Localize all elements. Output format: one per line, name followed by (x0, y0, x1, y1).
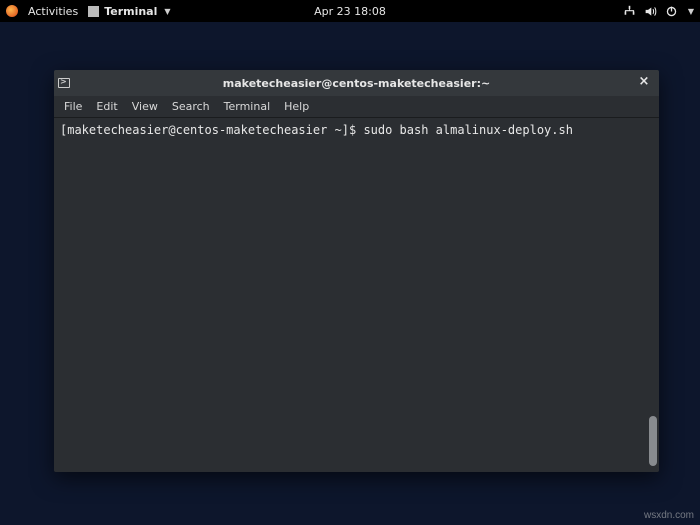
menu-view[interactable]: View (132, 100, 158, 113)
terminal-scrollbar-thumb[interactable] (649, 416, 657, 466)
network-icon[interactable] (623, 5, 636, 18)
activities-button[interactable]: Activities (28, 5, 78, 18)
gnome-top-bar: Activities Terminal ▼ Apr 23 18:08 ▼ (0, 0, 700, 22)
terminal-line: [maketecheasier@centos-maketecheasier ~]… (60, 122, 653, 138)
window-title: maketecheasier@centos-maketecheasier:~ (223, 77, 490, 90)
power-icon[interactable] (665, 5, 678, 18)
menu-help[interactable]: Help (284, 100, 309, 113)
watermark-text: wsxdn.com (644, 510, 694, 521)
window-app-icon (54, 78, 74, 88)
shell-prompt: [maketecheasier@centos-maketecheasier ~]… (60, 123, 363, 137)
terminal-window: maketecheasier@centos-maketecheasier:~ ×… (54, 70, 659, 472)
distro-logo-icon[interactable] (6, 5, 18, 17)
menu-file[interactable]: File (64, 100, 82, 113)
chevron-down-icon: ▼ (686, 7, 694, 16)
window-titlebar[interactable]: maketecheasier@centos-maketecheasier:~ × (54, 70, 659, 96)
volume-icon[interactable] (644, 5, 657, 18)
menu-search[interactable]: Search (172, 100, 210, 113)
chevron-down-icon: ▼ (162, 7, 170, 16)
top-bar-left: Activities Terminal ▼ (6, 5, 171, 18)
shell-command: sudo bash almalinux-deploy.sh (363, 123, 573, 137)
active-app-indicator[interactable]: Terminal ▼ (88, 5, 170, 18)
terminal-viewport[interactable]: [maketecheasier@centos-maketecheasier ~]… (54, 118, 659, 472)
clock[interactable]: Apr 23 18:08 (314, 5, 386, 18)
status-area[interactable]: ▼ (623, 5, 694, 18)
active-app-label: Terminal (104, 5, 157, 18)
terminal-app-icon (88, 6, 99, 17)
menu-edit[interactable]: Edit (96, 100, 117, 113)
menu-terminal[interactable]: Terminal (224, 100, 271, 113)
window-close-button[interactable]: × (635, 73, 653, 91)
terminal-menubar: File Edit View Search Terminal Help (54, 96, 659, 118)
